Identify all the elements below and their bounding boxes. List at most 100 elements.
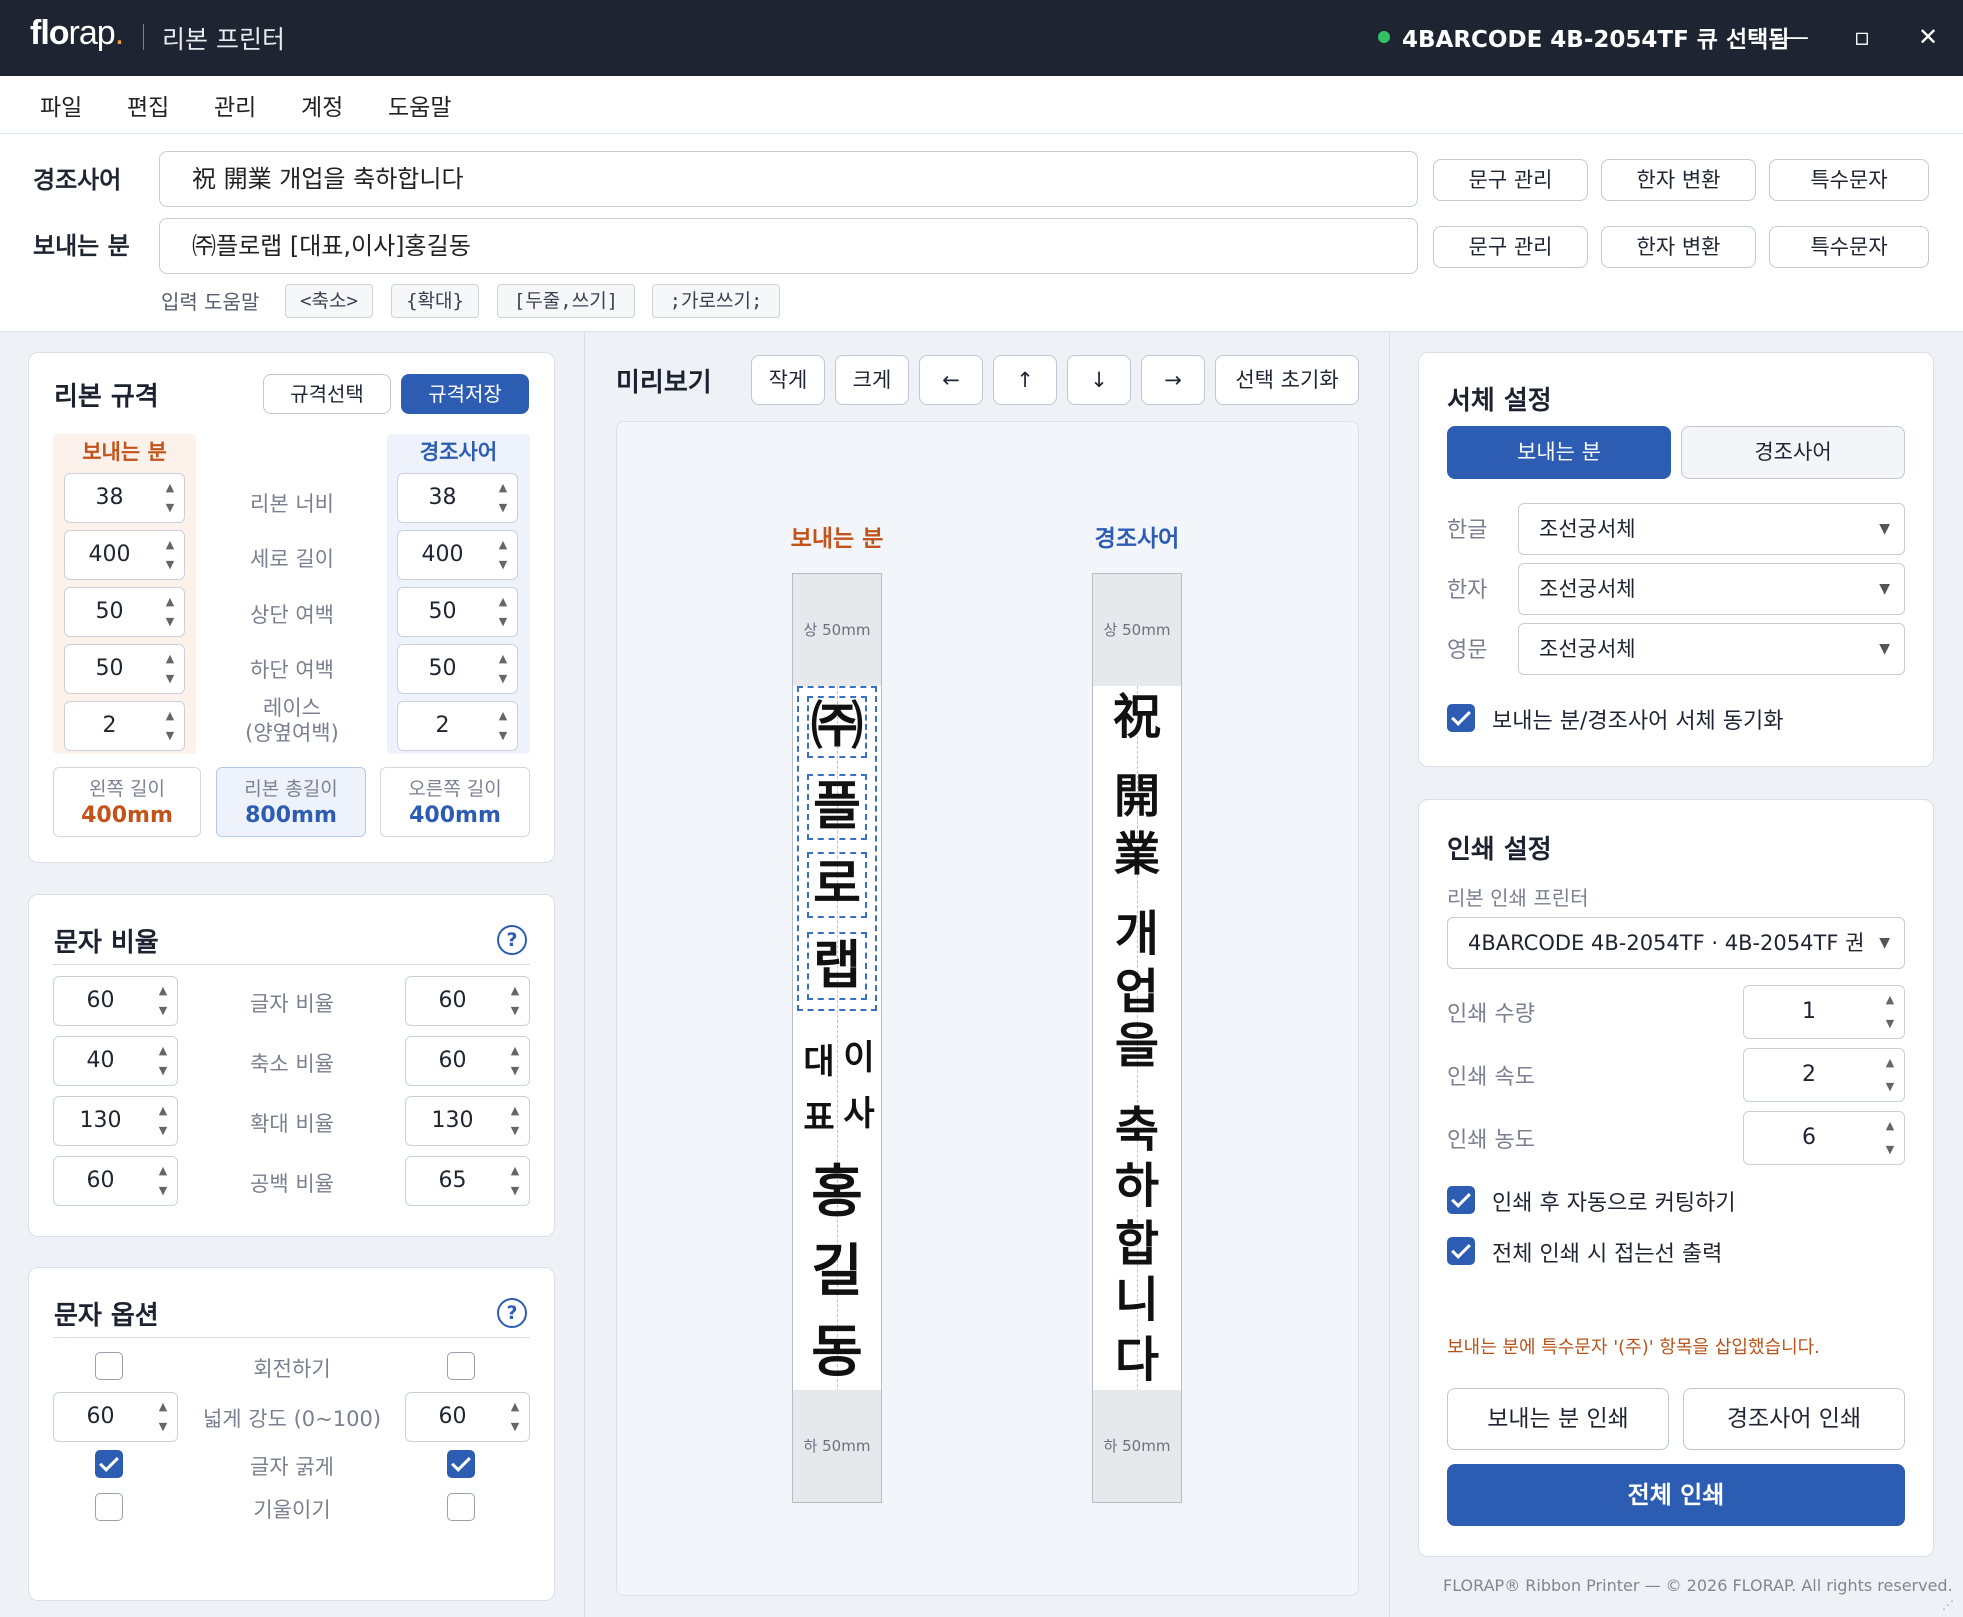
reset-selection-button[interactable]: 선택 초기화	[1215, 355, 1359, 405]
spin-up-icon[interactable]: ▲	[495, 651, 511, 667]
spin-up-icon[interactable]: ▲	[495, 708, 511, 724]
spin-down-icon[interactable]: ▼	[162, 671, 178, 687]
char-ratio-left-spin[interactable]: 60 ▲ ▼	[53, 976, 178, 1026]
condolence-width-spin[interactable]: 38 ▲ ▼	[397, 473, 518, 523]
print-all-button[interactable]: 전체 인쇄	[1447, 1464, 1905, 1526]
spin-down-icon[interactable]: ▼	[1882, 1142, 1898, 1158]
space-ratio-right-spin[interactable]: 65 ▲ ▼	[405, 1156, 530, 1206]
minimize-button[interactable]: —	[1775, 14, 1819, 60]
move-left-button[interactable]: ←	[919, 355, 983, 405]
spin-up-icon[interactable]: ▲	[1882, 1118, 1898, 1134]
move-up-button[interactable]: ↑	[993, 355, 1057, 405]
spin-up-icon[interactable]: ▲	[507, 1043, 523, 1059]
auto-cut-checkbox[interactable]	[1447, 1186, 1475, 1214]
spin-down-icon[interactable]: ▼	[507, 1003, 523, 1019]
sender-width-spin[interactable]: 38 ▲ ▼	[64, 473, 185, 523]
spin-down-icon[interactable]: ▼	[495, 728, 511, 744]
sender-phrase-button[interactable]: 문구 관리	[1433, 226, 1588, 268]
print-density-spin[interactable]: 6 ▲ ▼	[1743, 1111, 1905, 1165]
preview-smaller-button[interactable]: 작게	[751, 355, 825, 405]
maximize-button[interactable]: ▫	[1840, 14, 1884, 60]
help-chip-two-line[interactable]: [두줄,쓰기]	[497, 284, 635, 318]
condolence-bottom-margin-spin[interactable]: 50 ▲ ▼	[397, 644, 518, 694]
fold-line-checkbox[interactable]	[1447, 1237, 1475, 1265]
menu-edit[interactable]: 편집	[127, 88, 169, 122]
font-sync-checkbox[interactable]	[1447, 704, 1475, 732]
sender-input[interactable]: ㈜플로랩 [대표,이사]홍길동	[159, 218, 1418, 274]
spin-up-icon[interactable]: ▲	[162, 480, 178, 496]
spin-down-icon[interactable]: ▼	[155, 1419, 171, 1435]
spin-up-icon[interactable]: ▲	[507, 983, 523, 999]
spin-up-icon[interactable]: ▲	[507, 1103, 523, 1119]
bold-left-checkbox[interactable]	[95, 1450, 123, 1478]
spin-down-icon[interactable]: ▼	[507, 1123, 523, 1139]
spin-down-icon[interactable]: ▼	[507, 1183, 523, 1199]
print-qty-spin[interactable]: 1 ▲ ▼	[1743, 985, 1905, 1039]
font-select-hanja[interactable]: 조선궁서체 ▼	[1518, 563, 1905, 615]
char-options-help-icon[interactable]: ?	[497, 1298, 527, 1328]
resize-grip-icon[interactable]: ⋰	[1942, 1598, 1954, 1612]
spin-up-icon[interactable]: ▲	[155, 1103, 171, 1119]
spin-up-icon[interactable]: ▲	[507, 1163, 523, 1179]
font-tab-condolence[interactable]: 경조사어	[1681, 426, 1905, 479]
sender-bottom-margin-spin[interactable]: 50 ▲ ▼	[64, 644, 185, 694]
print-speed-spin[interactable]: 2 ▲ ▼	[1743, 1048, 1905, 1102]
spin-up-icon[interactable]: ▲	[162, 594, 178, 610]
condolence-special-button[interactable]: 특수문자	[1769, 159, 1929, 201]
spec-save-button[interactable]: 규격저장	[401, 374, 529, 414]
bold-right-checkbox[interactable]	[447, 1450, 475, 1478]
printer-select[interactable]: 4BARCODE 4B-2054TF · 4B-2054TF 권 ▼	[1447, 917, 1905, 969]
spin-down-icon[interactable]: ▼	[495, 500, 511, 516]
font-tab-sender[interactable]: 보내는 분	[1447, 426, 1671, 479]
char-ratio-right-spin[interactable]: 60 ▲ ▼	[405, 976, 530, 1026]
enlarge-ratio-left-spin[interactable]: 130 ▲ ▼	[53, 1096, 178, 1146]
spin-down-icon[interactable]: ▼	[155, 1123, 171, 1139]
help-chip-horizontal[interactable]: ;가로쓰기;	[652, 284, 780, 318]
sender-hanja-button[interactable]: 한자 변환	[1601, 226, 1756, 268]
spin-up-icon[interactable]: ▲	[155, 1399, 171, 1415]
shrink-ratio-left-spin[interactable]: 40 ▲ ▼	[53, 1036, 178, 1086]
condolence-phrase-button[interactable]: 문구 관리	[1433, 159, 1588, 201]
spin-down-icon[interactable]: ▼	[495, 614, 511, 630]
spin-up-icon[interactable]: ▲	[155, 1043, 171, 1059]
menu-file[interactable]: 파일	[40, 88, 82, 122]
spin-up-icon[interactable]: ▲	[495, 594, 511, 610]
spin-down-icon[interactable]: ▼	[507, 1419, 523, 1435]
help-chip-enlarge[interactable]: {확대}	[391, 284, 479, 318]
spread-left-spin[interactable]: 60 ▲ ▼	[53, 1392, 178, 1442]
help-chip-shrink[interactable]: <축소>	[285, 284, 373, 318]
spin-down-icon[interactable]: ▼	[495, 557, 511, 573]
spin-up-icon[interactable]: ▲	[1882, 1055, 1898, 1071]
spin-down-icon[interactable]: ▼	[162, 728, 178, 744]
condolence-top-margin-spin[interactable]: 50 ▲ ▼	[397, 587, 518, 637]
menu-help[interactable]: 도움말	[388, 88, 451, 122]
spin-up-icon[interactable]: ▲	[162, 537, 178, 553]
spin-down-icon[interactable]: ▼	[162, 500, 178, 516]
condolence-hanja-button[interactable]: 한자 변환	[1601, 159, 1756, 201]
spin-up-icon[interactable]: ▲	[1882, 992, 1898, 1008]
print-condolence-button[interactable]: 경조사어 인쇄	[1683, 1388, 1905, 1450]
enlarge-ratio-right-spin[interactable]: 130 ▲ ▼	[405, 1096, 530, 1146]
spin-down-icon[interactable]: ▼	[1882, 1079, 1898, 1095]
char-ratio-help-icon[interactable]: ?	[497, 925, 527, 955]
spin-down-icon[interactable]: ▼	[155, 1183, 171, 1199]
spin-down-icon[interactable]: ▼	[155, 1003, 171, 1019]
preview-bigger-button[interactable]: 크게	[835, 355, 909, 405]
italic-left-checkbox[interactable]	[95, 1493, 123, 1521]
move-right-button[interactable]: →	[1141, 355, 1205, 405]
italic-right-checkbox[interactable]	[447, 1493, 475, 1521]
close-button[interactable]: ✕	[1906, 14, 1950, 60]
spin-down-icon[interactable]: ▼	[495, 671, 511, 687]
rotate-right-checkbox[interactable]	[447, 1352, 475, 1380]
spin-up-icon[interactable]: ▲	[507, 1399, 523, 1415]
spin-up-icon[interactable]: ▲	[155, 1163, 171, 1179]
spin-up-icon[interactable]: ▲	[162, 708, 178, 724]
spin-up-icon[interactable]: ▲	[162, 651, 178, 667]
spin-down-icon[interactable]: ▼	[155, 1063, 171, 1079]
condolence-ribbon[interactable]: 상 50mm 祝 開 業 개 업 을 축 하 합 니 다 하 50mm	[1092, 573, 1182, 1503]
rotate-left-checkbox[interactable]	[95, 1352, 123, 1380]
spin-down-icon[interactable]: ▼	[507, 1063, 523, 1079]
spin-down-icon[interactable]: ▼	[162, 557, 178, 573]
sender-top-margin-spin[interactable]: 50 ▲ ▼	[64, 587, 185, 637]
spec-select-button[interactable]: 규격선택	[263, 374, 391, 414]
